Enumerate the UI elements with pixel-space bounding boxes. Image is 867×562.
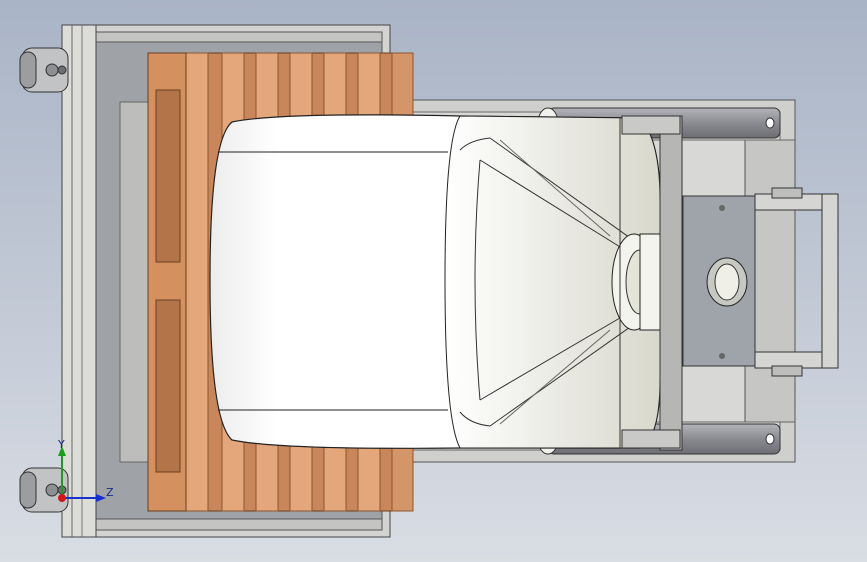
cad-model-view[interactable] (0, 0, 867, 562)
triad-z-label: Z (106, 486, 114, 499)
bulk-bag[interactable] (209, 114, 661, 449)
caster-bottom[interactable] (19, 467, 69, 513)
caster-top[interactable] (19, 47, 69, 93)
discharge-plate[interactable] (682, 195, 756, 367)
graphics-viewport[interactable]: Y Z (0, 0, 867, 562)
triad-y-label: Y (58, 438, 65, 451)
